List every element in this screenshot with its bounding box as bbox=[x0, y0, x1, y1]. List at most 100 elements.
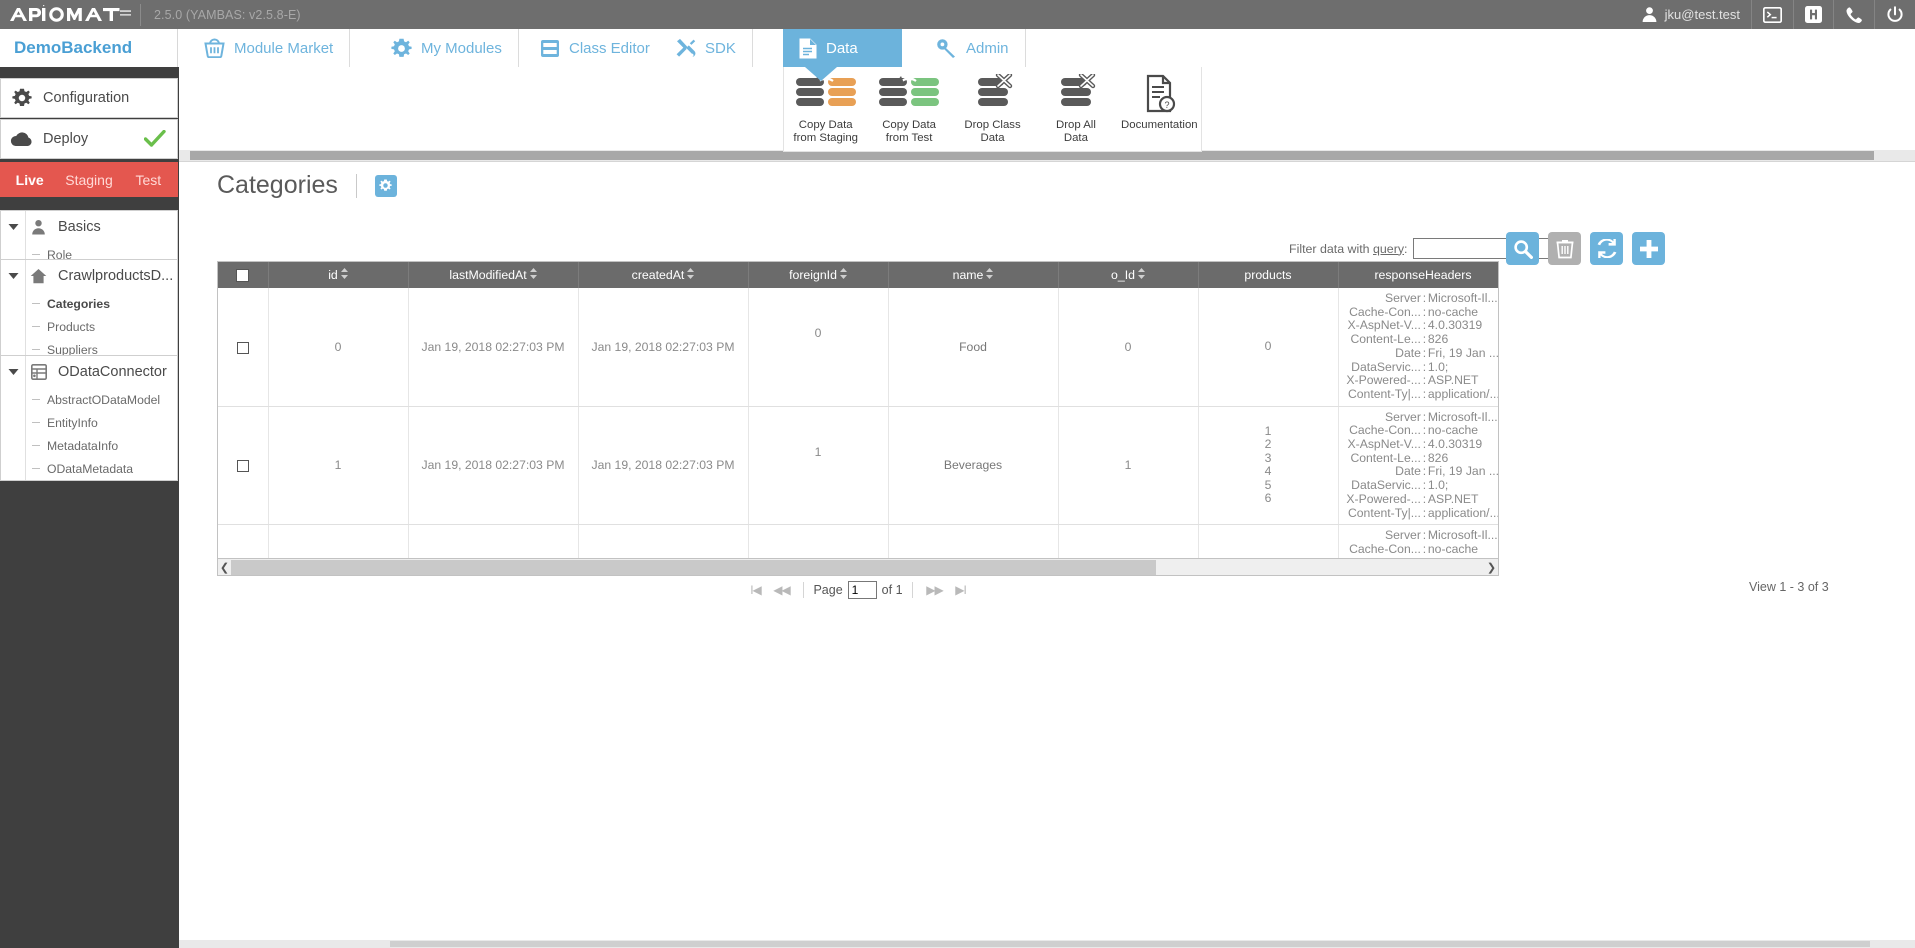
chevron-down-icon[interactable] bbox=[1, 223, 25, 231]
drop-class-data-button[interactable]: Drop Class Data bbox=[951, 74, 1034, 145]
sidebar-item-odatametadata[interactable]: ODataMetadata bbox=[26, 457, 177, 480]
scroll-track[interactable] bbox=[231, 559, 1485, 575]
sidebar-item-deploy[interactable]: Deploy bbox=[0, 119, 178, 159]
env-staging[interactable]: Staging bbox=[59, 172, 118, 188]
sidebar-item-categories[interactable]: Categories bbox=[26, 292, 177, 315]
search-button[interactable] bbox=[1506, 232, 1539, 265]
basket-icon bbox=[204, 38, 225, 58]
delete-button[interactable] bbox=[1548, 232, 1581, 265]
sort-icon[interactable] bbox=[1137, 268, 1145, 282]
table-horizontal-scrollbar[interactable]: ❮ ❯ bbox=[217, 559, 1499, 576]
copy-data-from-staging-button[interactable]: Copy Data from Staging bbox=[784, 74, 867, 145]
product-item: 4 bbox=[1264, 464, 1272, 479]
documentation-button[interactable]: ? Documentation bbox=[1118, 74, 1201, 132]
env-test[interactable]: Test bbox=[119, 172, 178, 188]
scroll-thumb[interactable] bbox=[231, 559, 1156, 575]
sort-icon[interactable] bbox=[340, 268, 348, 282]
apiomat-logo[interactable] bbox=[0, 0, 140, 29]
table-row[interactable]: 1 Jan 19, 2018 02:27:03 PM Jan 19, 2018 … bbox=[218, 406, 1498, 526]
header-entry: Date: Fri, 19 Jan ... bbox=[1395, 346, 1499, 360]
chevron-down-icon[interactable] bbox=[1, 368, 25, 376]
header-entry: X-AspNet-V...:4.0.30319 bbox=[1347, 319, 1483, 333]
help-button[interactable] bbox=[1794, 0, 1833, 29]
pager-first-button[interactable]: I◀ bbox=[742, 583, 768, 597]
sort-icon[interactable] bbox=[986, 268, 994, 282]
data-toolbar-panel: Copy Data from Staging Copy Data from Te… bbox=[783, 67, 1202, 152]
tab-module-market[interactable]: Module Market bbox=[188, 29, 351, 67]
cell-foreignid: 2 bbox=[748, 524, 889, 558]
top-scroll-thumb[interactable] bbox=[190, 151, 1874, 160]
sidebar-group-odataconnector-header[interactable]: ODataConnector bbox=[1, 356, 177, 388]
sidebar-group-basics-title: Basics bbox=[58, 219, 101, 235]
bottom-scroll-thumb[interactable] bbox=[390, 941, 1870, 947]
col-foreignid[interactable]: foreignId bbox=[748, 262, 889, 288]
drop-class-data-label: Drop Class Data bbox=[964, 119, 1021, 144]
cell-createdat: Jan 19, 2018 02:27:03 PM bbox=[578, 288, 749, 407]
product-item: 6 bbox=[1264, 491, 1272, 506]
col-o-id[interactable]: o_Id bbox=[1058, 262, 1199, 288]
scroll-left-arrow[interactable]: ❮ bbox=[218, 561, 231, 574]
sort-icon[interactable] bbox=[529, 268, 537, 282]
col-createdat[interactable]: createdAt bbox=[578, 262, 749, 288]
tab-sdk-label: SDK bbox=[705, 39, 736, 57]
col-name[interactable]: name bbox=[888, 262, 1059, 288]
sidebar-item-products[interactable]: Products bbox=[26, 315, 177, 338]
filter-query-link[interactable]: query bbox=[1373, 242, 1404, 256]
tab-class-editor[interactable]: Class Editor bbox=[524, 29, 667, 67]
col-id[interactable]: id bbox=[268, 262, 409, 288]
add-button[interactable] bbox=[1632, 232, 1665, 265]
tab-admin[interactable]: Admin bbox=[920, 29, 1026, 67]
pager-prev-button[interactable]: ◀◀ bbox=[768, 583, 794, 597]
main-content: Categories Filter data with query: id la… bbox=[179, 162, 1915, 948]
col-products[interactable]: products bbox=[1198, 262, 1339, 288]
tab-data-label: Data bbox=[826, 39, 858, 57]
power-icon bbox=[1887, 5, 1903, 22]
copy-data-from-test-label: Copy Data from Test bbox=[882, 119, 937, 144]
sidebar-item-abstractodatamodel[interactable]: AbstractODataModel bbox=[26, 388, 177, 411]
env-live[interactable]: Live bbox=[0, 172, 59, 188]
row-select-cell[interactable] bbox=[218, 288, 269, 407]
sidebar-item-configuration[interactable]: Configuration bbox=[0, 78, 178, 118]
pager-last-button[interactable]: ▶I bbox=[948, 583, 974, 597]
sidebar-item-metadatainfo[interactable]: MetadataInfo bbox=[26, 434, 177, 457]
header-entry: Cache-Con...: no-cache bbox=[1349, 305, 1479, 319]
sidebar-group-basics-header[interactable]: Basics bbox=[1, 211, 177, 243]
cell-responseheaders: Server: Microsoft-Il... Cache-Con...: no-c… bbox=[1338, 288, 1499, 407]
console-button[interactable] bbox=[1752, 0, 1793, 29]
logout-button[interactable] bbox=[1875, 0, 1915, 29]
view-count-label: View 1 - 3 of 3 bbox=[1749, 580, 1829, 594]
sidebar-item-entityinfo[interactable]: EntityInfo bbox=[26, 411, 177, 434]
row-checkbox[interactable] bbox=[236, 341, 249, 354]
sort-icon[interactable] bbox=[687, 268, 695, 282]
col-responseheaders[interactable]: responseHeaders bbox=[1338, 262, 1498, 288]
tab-sdk[interactable]: SDK bbox=[659, 29, 753, 67]
col-lastmodifiedat[interactable]: lastModifiedAt bbox=[408, 262, 579, 288]
pager-page-input[interactable] bbox=[847, 581, 877, 599]
pager-next-button[interactable]: ▶▶ bbox=[922, 583, 948, 597]
cell-name: Food bbox=[888, 288, 1059, 407]
backend-name[interactable]: DemoBackend bbox=[0, 29, 178, 67]
select-all-checkbox[interactable] bbox=[236, 269, 250, 283]
class-settings-button[interactable] bbox=[374, 174, 397, 197]
tab-my-modules[interactable]: My Modules bbox=[375, 29, 519, 67]
row-select-cell[interactable] bbox=[218, 406, 269, 526]
copy-data-from-test-button[interactable]: Copy Data from Test bbox=[867, 74, 950, 145]
tab-data[interactable]: Data bbox=[783, 29, 902, 67]
sidebar-group-crawlproducts-header[interactable]: CrawlproductsD... bbox=[1, 260, 177, 292]
chevron-down-icon[interactable] bbox=[1, 272, 25, 280]
table-row[interactable]: 0 Jan 19, 2018 02:27:03 PM Jan 19, 2018 … bbox=[218, 288, 1499, 407]
phone-button[interactable] bbox=[1834, 0, 1874, 29]
table-row[interactable]: 2 Jan 19, 2018 02:27:03 PM Jan 19, 2018 … bbox=[218, 524, 1498, 558]
row-checkbox[interactable] bbox=[236, 460, 249, 473]
drop-all-data-button[interactable]: Drop All Data bbox=[1034, 74, 1117, 145]
user-avatar[interactable]: jku@test.test bbox=[1630, 0, 1751, 29]
refresh-button[interactable] bbox=[1590, 232, 1623, 265]
cell-responseheaders: Server: Microsoft-Il... Cache-Con...: no-c… bbox=[1338, 406, 1498, 526]
row-select-cell[interactable] bbox=[218, 524, 269, 558]
version-text: 2.5.0 (YAMBAS: v2.5.8-E) bbox=[154, 7, 301, 22]
col-select-all[interactable] bbox=[218, 262, 269, 288]
sort-icon[interactable] bbox=[839, 268, 847, 282]
page-header: Categories bbox=[217, 171, 397, 200]
scroll-right-arrow[interactable]: ❯ bbox=[1485, 561, 1498, 574]
title-divider bbox=[355, 173, 357, 198]
